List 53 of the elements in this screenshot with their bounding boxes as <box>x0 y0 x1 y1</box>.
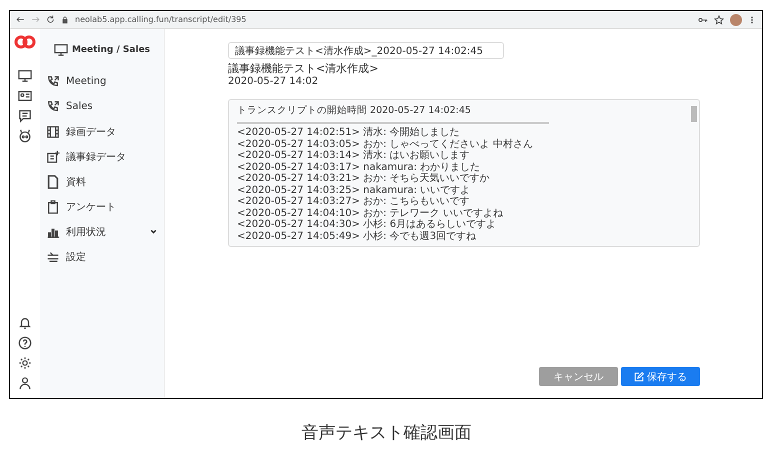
logo-icon <box>14 35 36 49</box>
transcript-line: <2020-05-27 14:03:14> 清水: はいお願いします <box>237 150 471 162</box>
more-icon <box>748 14 756 24</box>
title-field[interactable]: 議事録機能テスト<清水作成>_2020-05-27 14:02:45 <box>228 42 504 59</box>
tools-icon <box>46 250 60 264</box>
chat-icon <box>18 109 32 123</box>
edit-icon <box>634 372 644 382</box>
scrollbar-thumb[interactable] <box>691 106 697 122</box>
file-icon <box>46 174 60 188</box>
transcript-line: <2020-05-27 14:03:25> nakamura: いいですよ <box>237 184 472 196</box>
sidebar-item[interactable]: 議事録データ <box>66 150 158 164</box>
film-icon <box>46 124 60 138</box>
clipboard-icon <box>46 200 60 214</box>
transcript-title: 議事録機能テスト<清水作成> <box>228 61 380 76</box>
monitor-icon <box>18 69 32 83</box>
phone-icon <box>46 100 60 114</box>
sidebar-title: Meeting / Sales <box>72 45 150 55</box>
sidebar-item[interactable]: 資料 <box>66 174 158 188</box>
save-button[interactable]: 保存する <box>621 367 700 386</box>
sidebar-item[interactable]: Meeting <box>66 76 158 87</box>
help-icon <box>18 336 32 350</box>
transcript-line: <2020-05-27 14:05:49> 小杉: 今でも週3回ですね <box>237 230 478 242</box>
sidebar-item[interactable]: 録画データ <box>66 124 158 138</box>
forward-icon <box>31 15 40 24</box>
sidebar-item[interactable]: Sales <box>66 101 158 112</box>
bell-icon <box>18 316 32 330</box>
document-plus-icon <box>46 150 60 164</box>
sidebar-item[interactable]: アンケート <box>66 200 158 214</box>
user-icon <box>18 376 32 390</box>
settings-icon <box>18 356 32 370</box>
transcript-line: <2020-05-27 14:04:10> おか: テレワーク いいですよね <box>237 208 504 218</box>
transcript-textarea[interactable] <box>228 99 700 247</box>
transcript-start-time: トランスクリプトの開始時間 2020-05-27 14:02:45 <box>237 104 472 118</box>
robot-face-icon <box>18 129 32 143</box>
transcript-line: <2020-05-27 14:03:21> おか: そちら天気いいですか <box>237 173 491 184</box>
phone-icon <box>46 74 60 88</box>
back-icon <box>16 15 25 24</box>
sidebar-item[interactable]: 設定 <box>66 250 158 264</box>
monitor-icon <box>54 43 68 57</box>
transcript-line: <2020-05-27 14:04:30> 小杉: 6月はあるらしいですよ <box>237 219 498 230</box>
lock-icon <box>61 16 69 24</box>
reload-icon <box>46 15 55 24</box>
transcript-line: <2020-05-27 14:03:05> おか: しゃべってくださいよ 中村さん <box>237 138 534 150</box>
star-icon <box>714 14 724 24</box>
chevron-down-icon[interactable] <box>149 227 158 236</box>
sidebar-item[interactable]: 利用状況 <box>66 224 143 238</box>
transcript-line: <2020-05-27 14:02:51> 清水: 今開始しました <box>237 127 461 138</box>
caption: 音声テキスト確認画面 <box>302 422 472 444</box>
transcript-line: <2020-05-27 14:03:27> おか: こちらもいいです <box>237 196 471 208</box>
transcript-line: <2020-05-27 14:03:17> nakamura: わかりました <box>237 162 482 173</box>
transcript-date: 2020-05-27 14:02 <box>228 76 320 87</box>
contact-card-icon <box>18 89 32 103</box>
avatar-icon[interactable] <box>730 14 742 26</box>
